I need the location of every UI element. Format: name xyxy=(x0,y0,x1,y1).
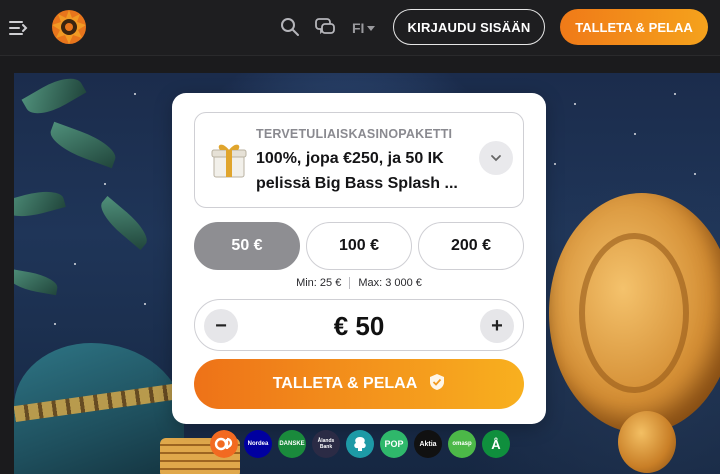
divider xyxy=(349,277,351,289)
bank-omasp-icon[interactable]: omasp xyxy=(448,430,476,458)
deposit-play-button[interactable]: TALLETA & PELAA xyxy=(194,359,524,409)
header-deposit-play-button[interactable]: TALLETA & PELAA xyxy=(560,9,708,45)
max-limit: Max: 3 000 € xyxy=(358,277,422,289)
search-icon[interactable] xyxy=(280,17,300,37)
language-selector[interactable]: FI xyxy=(352,18,376,38)
chevron-down-icon[interactable] xyxy=(479,141,513,175)
amount-presets: 50 € 100 € 200 € xyxy=(194,222,524,270)
bank-aktia-icon[interactable]: Aktia xyxy=(414,430,442,458)
increase-button[interactable]: + xyxy=(480,309,514,343)
shield-check-icon xyxy=(429,373,445,396)
min-limit: Min: 25 € xyxy=(296,277,342,289)
decrease-button[interactable]: − xyxy=(204,309,238,343)
promo-title: 100%, jopa €250, ja 50 IK pelissä Big Ba… xyxy=(256,150,458,192)
deposit-play-label: TALLETA & PELAA xyxy=(272,375,418,392)
amount-option-100[interactable]: 100 € xyxy=(306,222,412,270)
gift-icon xyxy=(208,139,250,181)
bank-danske-icon[interactable]: DANSKE xyxy=(278,430,306,458)
small-coin-image xyxy=(618,411,676,473)
leaf-decoration xyxy=(14,185,66,223)
bank-alandsbanken-icon[interactable]: Ålands Bank xyxy=(312,430,340,458)
bank-spankki-icon[interactable] xyxy=(346,430,374,458)
bank-op-icon[interactable] xyxy=(210,430,238,458)
gold-coin-image xyxy=(549,193,720,433)
bank-logos: Nordea DANSKE Ålands Bank POP Aktia omas… xyxy=(210,430,510,458)
top-header: FI KIRJAUDU SISÄÄN TALLETA & PELAA xyxy=(0,0,720,56)
caret-down-icon xyxy=(367,25,376,31)
amount-stepper: − + xyxy=(194,299,524,352)
leaf-decoration xyxy=(21,73,87,123)
amount-input[interactable] xyxy=(255,300,463,352)
leaf-decoration xyxy=(14,268,60,296)
menu-icon[interactable] xyxy=(8,17,30,39)
deposit-limits: Min: 25 € Max: 3 000 € xyxy=(172,277,546,289)
leaf-decoration xyxy=(46,121,120,169)
promo-eyebrow: TERVETULIAISKASINOPAKETTI xyxy=(256,127,453,141)
bank-pop-icon[interactable]: POP xyxy=(380,430,408,458)
bank-nordea-icon[interactable]: Nordea xyxy=(244,430,272,458)
deposit-card: TERVETULIAISKASINOPAKETTI 100%, jopa €25… xyxy=(172,93,546,424)
brand-logo[interactable] xyxy=(50,8,88,46)
amount-option-200[interactable]: 200 € xyxy=(418,222,524,270)
welcome-offer-selector[interactable]: TERVETULIAISKASINOPAKETTI 100%, jopa €25… xyxy=(194,112,524,208)
language-label: FI xyxy=(352,20,365,36)
chat-icon[interactable] xyxy=(314,16,336,38)
amount-option-50[interactable]: 50 € xyxy=(194,222,300,270)
login-button[interactable]: KIRJAUDU SISÄÄN xyxy=(393,9,545,45)
bank-handelsbanken-icon[interactable]: Å xyxy=(482,430,510,458)
leaf-decoration xyxy=(94,196,154,250)
